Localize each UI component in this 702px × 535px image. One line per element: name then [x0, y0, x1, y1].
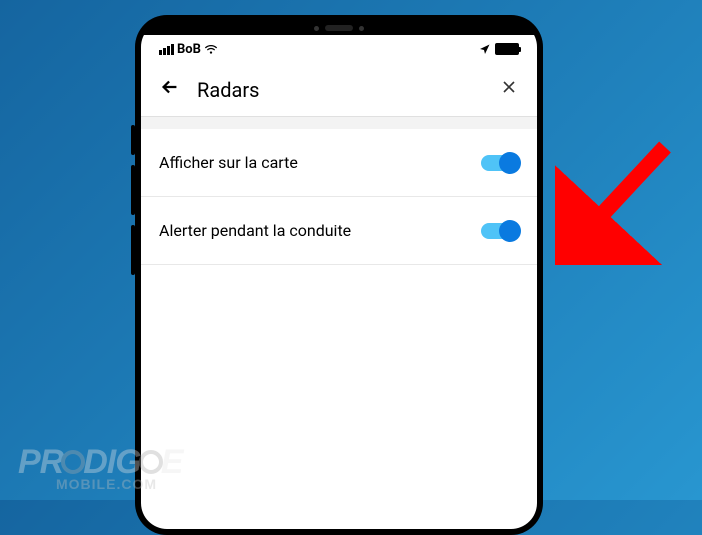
side-button	[131, 225, 135, 275]
signal-icon	[159, 44, 174, 55]
empty-area	[141, 265, 537, 529]
phone-frame: BoB Radars	[135, 15, 543, 535]
wifi-icon	[204, 42, 218, 56]
section-divider	[141, 117, 537, 129]
setting-row-alert-driving[interactable]: Alerter pendant la conduite	[141, 197, 537, 265]
phone-screen: BoB Radars	[141, 21, 537, 529]
app-header: Radars	[141, 63, 537, 117]
carrier-label: BoB	[177, 42, 201, 57]
phone-notch	[314, 25, 364, 31]
setting-row-show-on-map[interactable]: Afficher sur la carte	[141, 129, 537, 197]
location-icon	[479, 43, 491, 55]
watermark: PRDIGE MOBILE.COM	[18, 443, 182, 492]
battery-icon	[495, 43, 519, 55]
toggle-show-on-map[interactable]	[481, 155, 519, 171]
back-button[interactable]	[159, 76, 181, 104]
side-button	[131, 125, 135, 155]
page-title: Radars	[197, 78, 499, 102]
status-bar: BoB	[141, 35, 537, 63]
annotation-arrow	[555, 135, 685, 265]
setting-label: Afficher sur la carte	[159, 153, 298, 172]
side-button	[131, 165, 135, 215]
close-icon	[499, 77, 519, 97]
close-button[interactable]	[499, 77, 519, 103]
arrow-left-icon	[159, 76, 181, 98]
setting-label: Alerter pendant la conduite	[159, 221, 351, 240]
settings-section: Afficher sur la carte Alerter pendant la…	[141, 129, 537, 265]
toggle-alert-driving[interactable]	[481, 223, 519, 239]
